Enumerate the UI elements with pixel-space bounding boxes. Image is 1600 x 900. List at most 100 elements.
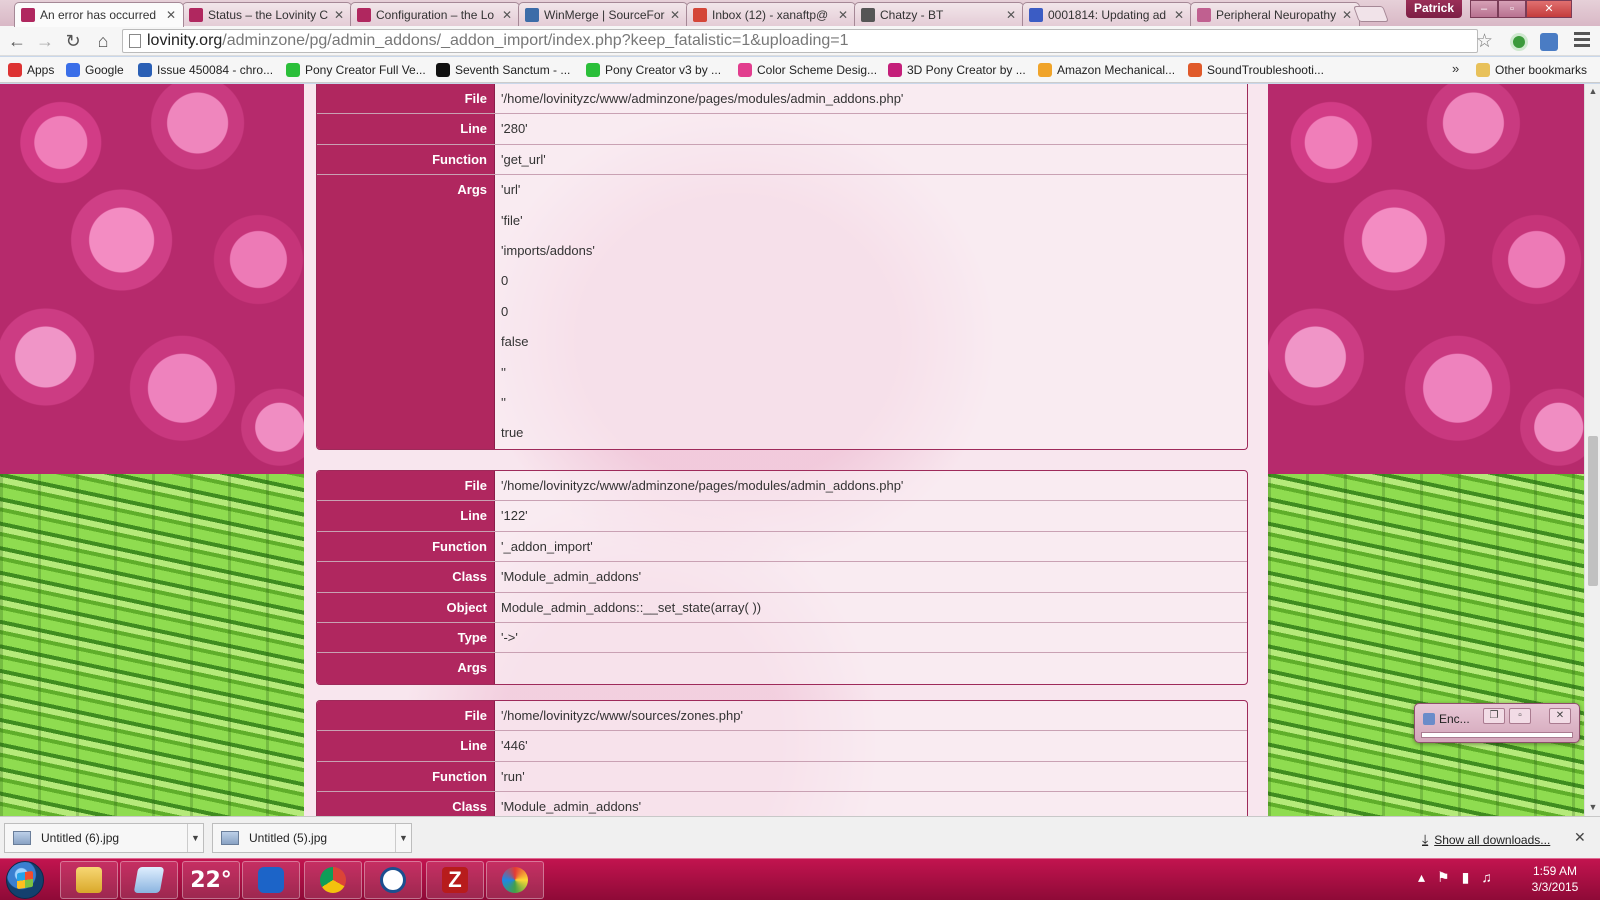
close-mini-window-button[interactable]: ✕	[1549, 708, 1571, 724]
bookmark-item[interactable]: Pony Creator Full Ve...	[286, 61, 426, 79]
browser-tab[interactable]: Chatzy - BT ✕	[854, 2, 1024, 26]
teamviewer-icon[interactable]	[242, 861, 300, 899]
bookmark-item[interactable]: Amazon Mechanical...	[1038, 61, 1175, 79]
frame-field-label: Args	[317, 175, 495, 449]
chrome-icon[interactable]	[304, 861, 362, 899]
notepad-icon[interactable]	[120, 861, 178, 899]
weather-gadget-icon[interactable]: 22°	[182, 861, 240, 899]
arg-value: ''	[501, 394, 506, 410]
bookmarks-overflow-chevron-icon[interactable]: »	[1452, 61, 1459, 76]
stack-frame-row: Args	[317, 653, 1247, 684]
tab-title: Peripheral Neuropathy	[1216, 7, 1337, 22]
forward-arrow-icon[interactable]: →	[34, 30, 56, 52]
network-signal-icon[interactable]: ▮	[1462, 869, 1470, 886]
frame-field-label: Class	[317, 792, 495, 816]
frame-field-value: '/home/lovinityzc/www/adminzone/pages/mo…	[501, 478, 904, 493]
bookmark-item[interactable]: Color Scheme Desig...	[738, 61, 877, 79]
browser-tab[interactable]: Inbox (12) - xanaftp@ ✕	[686, 2, 856, 26]
browser-tab[interactable]: WinMerge | SourceFor ✕	[518, 2, 688, 26]
volume-speaker-icon[interactable]: ♫	[1481, 869, 1492, 886]
close-tab-icon[interactable]: ✕	[1005, 8, 1017, 22]
close-tab-icon[interactable]: ✕	[165, 8, 177, 22]
frame-field-label: File	[317, 84, 495, 114]
bookmark-item[interactable]: Pony Creator v3 by ...	[586, 61, 721, 79]
close-tab-icon[interactable]: ✕	[1173, 8, 1185, 22]
close-tab-icon[interactable]: ✕	[501, 8, 513, 22]
minimize-window-button[interactable]: –	[1470, 0, 1498, 18]
bookmark-item[interactable]: Issue 450084 - chro...	[138, 61, 273, 79]
arg-value: 'url'	[501, 182, 521, 198]
stack-frame-row: Function '_addon_import'	[317, 531, 1247, 563]
chrome-menu-icon[interactable]	[1574, 32, 1590, 50]
tab-title: Configuration – the Lo	[376, 7, 495, 22]
minimized-window-body	[1421, 732, 1573, 738]
image-file-icon	[221, 831, 239, 845]
pony-logo-icon	[189, 7, 203, 22]
browser-tab[interactable]: An error has occurred ✕	[14, 2, 184, 27]
stack-frame-row: Line '280'	[317, 114, 1247, 145]
scroll-down-arrow-icon[interactable]: ▼	[1588, 802, 1598, 812]
browser-tab[interactable]: 0001814: Updating ad ✕	[1022, 2, 1192, 26]
pony-logo-icon	[21, 8, 35, 22]
filezilla-icon[interactable]: Z	[426, 861, 484, 899]
chromium-bug-icon	[138, 63, 152, 77]
tab-title: An error has occurred	[40, 8, 157, 22]
browser-tab[interactable]: Peripheral Neuropathy ✕	[1190, 2, 1360, 26]
frame-field-label: Line	[317, 114, 495, 144]
profile-button[interactable]: Patrick	[1406, 0, 1462, 18]
bookmark-item[interactable]: Seventh Sanctum - ...	[436, 61, 570, 79]
close-tab-icon[interactable]: ✕	[837, 8, 849, 22]
close-window-button[interactable]: ✕	[1526, 0, 1572, 18]
scroll-up-arrow-icon[interactable]: ▲	[1588, 86, 1598, 96]
frame-field-value: 'get_url'	[501, 151, 546, 167]
bookmark-item[interactable]: 3D Pony Creator by ...	[888, 61, 1026, 79]
close-downloads-shelf-icon[interactable]: ✕	[1574, 829, 1586, 846]
show-hidden-icons-arrow-icon[interactable]: ▴	[1418, 869, 1425, 886]
maximize-window-button[interactable]: ▫	[1498, 0, 1526, 18]
other-bookmarks-folder[interactable]: Other bookmarks	[1476, 61, 1587, 79]
page-scrollbar[interactable]: ▲ ▼	[1584, 84, 1600, 816]
bookmark-item[interactable]: SoundTroubleshooti...	[1188, 61, 1324, 79]
bookmark-item[interactable]: Google	[66, 61, 124, 79]
minimized-window-title: Enc...	[1439, 712, 1470, 726]
close-tab-icon[interactable]: ✕	[669, 8, 681, 22]
back-arrow-icon[interactable]: ←	[6, 30, 28, 52]
bookmark-label: Pony Creator Full Ve...	[305, 63, 426, 77]
system-clock[interactable]: 1:59 AM 3/3/2015	[1520, 863, 1590, 895]
tab-title: WinMerge | SourceFor	[544, 7, 665, 22]
maximize-mini-window-button[interactable]: ▫	[1509, 708, 1531, 724]
clock-date: 3/3/2015	[1531, 880, 1579, 894]
download-options-chevron-icon[interactable]: ▼	[395, 824, 411, 852]
browser-tab[interactable]: Status – the Lovinity C ✕	[182, 2, 352, 26]
3d-pony-icon	[888, 63, 902, 77]
frame-field-label: Line	[317, 731, 495, 761]
show-all-downloads-link[interactable]: ⤓ Show all downloads...	[1422, 831, 1550, 848]
home-icon[interactable]: ⌂	[92, 30, 114, 52]
chat-bubble-icon[interactable]	[364, 861, 422, 899]
arg-value: 'file'	[501, 212, 523, 228]
yin-yang-icon	[436, 63, 450, 77]
minimized-window[interactable]: Enc... ❐ ▫ ✕	[1414, 703, 1580, 743]
temperature-label: 22°	[190, 867, 232, 893]
new-tab-button[interactable]	[1353, 6, 1389, 22]
file-explorer-icon[interactable]	[60, 861, 118, 899]
restore-window-button[interactable]: ❐	[1483, 708, 1505, 724]
extension-user-icon[interactable]	[1540, 33, 1558, 51]
download-item[interactable]: Untitled (6).jpg ▼	[4, 823, 204, 853]
start-button[interactable]	[6, 861, 44, 899]
extension-green-icon[interactable]	[1510, 33, 1528, 51]
address-bar[interactable]: lovinity.org/adminzone/pg/admin_addons/_…	[122, 29, 1478, 53]
close-tab-icon[interactable]: ✕	[1341, 8, 1353, 22]
action-center-flag-icon[interactable]: ⚑	[1437, 869, 1450, 886]
page-icon	[129, 34, 141, 48]
reload-icon[interactable]: ↻	[62, 30, 84, 52]
bookmark-star-icon[interactable]: ☆	[1476, 30, 1493, 53]
download-item[interactable]: Untitled (5).jpg ▼	[212, 823, 412, 853]
browser-tab[interactable]: Configuration – the Lo ✕	[350, 2, 520, 26]
scrollbar-thumb[interactable]	[1588, 436, 1598, 586]
bookmark-item[interactable]: Apps	[8, 61, 54, 79]
close-tab-icon[interactable]: ✕	[333, 8, 345, 22]
download-options-chevron-icon[interactable]: ▼	[187, 824, 203, 852]
paint-icon[interactable]	[486, 861, 544, 899]
frame-field-label: Function	[317, 531, 495, 562]
